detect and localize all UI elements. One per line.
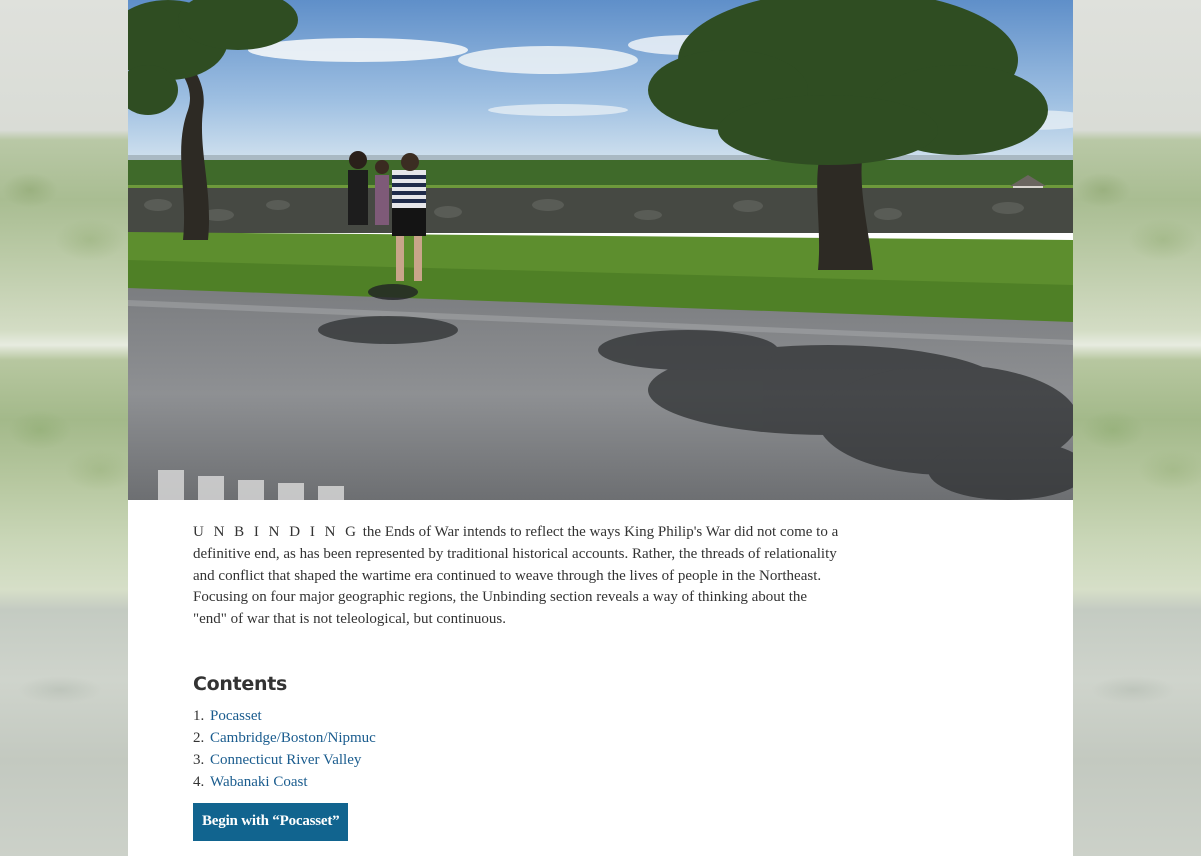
- contents-heading: Contents: [193, 672, 288, 695]
- intro-smallcaps-title: U N B I N D I N G: [193, 524, 359, 540]
- contents-list: 1. Pocasset 2. Cambridge/Boston/Nipmuc 3. C…: [193, 705, 843, 793]
- intro-paragraph: U N B I N D I N G the Ends of War intend…: [193, 522, 843, 631]
- list-item-number: 1.: [193, 707, 205, 724]
- hero-image: [128, 0, 1073, 500]
- list-item-number: 3.: [193, 751, 205, 768]
- list-item: 1. Pocasset: [193, 705, 843, 727]
- toc-link-pocasset[interactable]: Pocasset: [210, 708, 262, 724]
- begin-button[interactable]: Begin with “Pocasset”: [193, 802, 349, 841]
- toc-link-connecticut-river-valley[interactable]: Connecticut River Valley: [210, 752, 361, 768]
- list-item-number: 4.: [193, 773, 205, 790]
- content-area: U N B I N D I N G the Ends of War intend…: [193, 522, 843, 841]
- main-column: U N B I N D I N G the Ends of War intend…: [128, 0, 1073, 856]
- background-landscape-right: [1073, 0, 1201, 856]
- list-item: 2. Cambridge/Boston/Nipmuc: [193, 727, 843, 749]
- list-item: 4. Wabanaki Coast: [193, 771, 843, 793]
- toc-link-cambridge-boston-nipmuc[interactable]: Cambridge/Boston/Nipmuc: [210, 730, 376, 746]
- list-item-number: 2.: [193, 729, 205, 746]
- toc-link-wabanaki-coast[interactable]: Wabanaki Coast: [210, 774, 308, 790]
- background-landscape-left: [0, 0, 128, 856]
- list-item: 3. Connecticut River Valley: [193, 749, 843, 771]
